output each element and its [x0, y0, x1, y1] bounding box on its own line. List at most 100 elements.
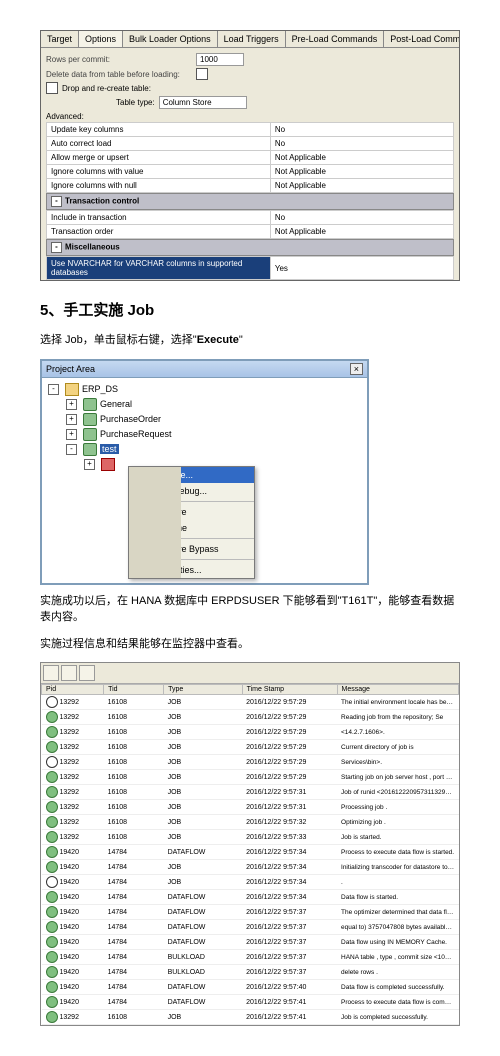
- log-row[interactable]: 1942014784DATAFLOW2016/12/22 9:57:37Data…: [42, 935, 459, 950]
- folder-icon: [65, 383, 79, 396]
- tree-item-general[interactable]: General: [100, 399, 132, 409]
- dataflow-icon: [101, 458, 115, 471]
- tree-item-pr[interactable]: PurchaseRequest: [100, 429, 172, 439]
- toolbar-button[interactable]: [61, 665, 77, 681]
- del-before-load-label: Delete data from table before loading:: [46, 70, 196, 79]
- expand-icon-3[interactable]: +: [66, 399, 77, 410]
- collapse-icon[interactable]: -: [48, 384, 59, 395]
- tree-root[interactable]: ERP_DS: [82, 384, 118, 394]
- expand-icon-2[interactable]: -: [51, 242, 62, 253]
- log-row[interactable]: 1942014784BULKLOAD2016/12/22 9:57:37dele…: [42, 965, 459, 980]
- log-row[interactable]: 1329216108JOB2016/12/22 9:57:29Reading j…: [42, 710, 459, 725]
- tab-bulk-loader[interactable]: Bulk Loader Options: [123, 31, 218, 47]
- tab-options[interactable]: Options: [79, 31, 123, 47]
- adv-v-2[interactable]: Not Applicable: [270, 151, 453, 165]
- log-row[interactable]: 1942014784DATAFLOW2016/12/22 9:57:40Data…: [42, 980, 459, 995]
- adv-k-3: Ignore columns with value: [47, 165, 271, 179]
- status-icon: [46, 951, 58, 963]
- rows-per-commit-input[interactable]: 1000: [196, 53, 244, 66]
- log-row[interactable]: 1329216108JOB2016/12/22 9:57:29<14.2.7.1…: [42, 725, 459, 740]
- trans-v-0[interactable]: No: [270, 211, 453, 225]
- adv-v-1[interactable]: No: [270, 137, 453, 151]
- log-h-type[interactable]: Type: [164, 685, 243, 695]
- section-5-heading: 5、手工实施 Job: [40, 299, 460, 320]
- status-icon: [46, 801, 58, 813]
- log-toolbar: [41, 663, 459, 684]
- log-row[interactable]: 1329216108JOB2016/12/22 9:57:31Job of ru…: [42, 785, 459, 800]
- log-row[interactable]: 1329216108JOB2016/12/22 9:57:29Starting …: [42, 770, 459, 785]
- log-row[interactable]: 1329216108JOB2016/12/22 9:57:29The initi…: [42, 695, 459, 710]
- tab-preload[interactable]: Pre-Load Commands: [286, 31, 385, 47]
- log-monitor: Pid Tid Type Time Stamp Message 13292161…: [40, 662, 460, 1026]
- tab-load-triggers[interactable]: Load Triggers: [218, 31, 286, 47]
- status-icon: [46, 1011, 58, 1023]
- log-row[interactable]: 1942014784DATAFLOW2016/12/22 9:57:37The …: [42, 905, 459, 920]
- tree-item-po[interactable]: PurchaseOrder: [100, 414, 161, 424]
- context-menu: Execute... Start debug... Remove Rename …: [128, 466, 255, 579]
- status-icon: [46, 846, 58, 858]
- status-icon: [46, 861, 58, 873]
- adv-k-4: Ignore columns with null: [47, 179, 271, 193]
- section-trans: Transaction control: [65, 197, 139, 206]
- status-icon: [46, 756, 58, 768]
- expand-icon-4[interactable]: +: [66, 414, 77, 425]
- log-row[interactable]: 1329216108JOB2016/12/22 9:57:33Job is st…: [42, 830, 459, 845]
- close-icon[interactable]: ×: [350, 363, 363, 375]
- tree-item-selected[interactable]: test: [100, 444, 119, 454]
- log-h-ts[interactable]: Time Stamp: [242, 685, 337, 695]
- log-grid: Pid Tid Type Time Stamp Message 13292161…: [41, 684, 459, 1025]
- status-icon: [46, 696, 58, 708]
- project-area-window: Project Area × -ERP_DS +General +Purchas…: [40, 359, 369, 585]
- trans-v-1[interactable]: Not Applicable: [270, 225, 453, 239]
- log-row[interactable]: 1942014784BULKLOAD2016/12/22 9:57:37HANA…: [42, 950, 459, 965]
- status-icon: [46, 936, 58, 948]
- options-panel: Target Options Bulk Loader Options Load …: [40, 30, 460, 281]
- toolbar-button[interactable]: [43, 665, 59, 681]
- log-row[interactable]: 1329216108JOB2016/12/22 9:57:29Services\…: [42, 755, 459, 770]
- adv-k-2: Allow merge or upsert: [47, 151, 271, 165]
- collapse-icon-2[interactable]: -: [66, 444, 77, 455]
- expand-icon-6[interactable]: +: [84, 459, 95, 470]
- para-2: 实施成功以后，在 HANA 数据库中 ERPDSUSER 下能够看到"T161T…: [40, 593, 460, 626]
- adv-v-3[interactable]: Not Applicable: [270, 165, 453, 179]
- status-icon: [46, 876, 58, 888]
- log-h-msg[interactable]: Message: [337, 685, 458, 695]
- misc-grid: Use NVARCHAR for VARCHAR columns in supp…: [46, 256, 454, 280]
- log-row[interactable]: 1329216108JOB2016/12/22 9:57:29Current d…: [42, 740, 459, 755]
- adv-k-1: Auto correct load: [47, 137, 271, 151]
- trans-k-1: Transaction order: [47, 225, 271, 239]
- expand-icon-5[interactable]: +: [66, 429, 77, 440]
- log-row[interactable]: 1329216108JOB2016/12/22 9:57:41Job is co…: [42, 1010, 459, 1025]
- adv-v-4[interactable]: Not Applicable: [270, 179, 453, 193]
- drop-recreate-checkbox[interactable]: [46, 82, 58, 94]
- drop-recreate-label: Drop and re-create table:: [62, 84, 151, 93]
- log-row[interactable]: 1942014784DATAFLOW2016/12/22 9:57:34Data…: [42, 890, 459, 905]
- status-icon: [46, 726, 58, 738]
- log-row[interactable]: 1942014784JOB2016/12/22 9:57:34Initializ…: [42, 860, 459, 875]
- log-row[interactable]: 1942014784DATAFLOW2016/12/22 9:57:34Proc…: [42, 845, 459, 860]
- adv-v-0[interactable]: No: [270, 123, 453, 137]
- table-type-select[interactable]: Column Store: [159, 96, 247, 109]
- log-row[interactable]: 1329216108JOB2016/12/22 9:57:31Processin…: [42, 800, 459, 815]
- tab-postload[interactable]: Post-Load Commands: [384, 31, 460, 47]
- log-row[interactable]: 1329216108JOB2016/12/22 9:57:32Optimizin…: [42, 815, 459, 830]
- status-icon: [46, 816, 58, 828]
- del-before-load-checkbox[interactable]: [196, 68, 208, 80]
- rows-per-commit-label: Rows per commit:: [46, 55, 196, 64]
- status-icon: [46, 996, 58, 1008]
- adv-k-0: Update key columns: [47, 123, 271, 137]
- tab-strip: Target Options Bulk Loader Options Load …: [41, 31, 459, 48]
- misc-v[interactable]: Yes: [270, 257, 453, 280]
- status-icon: [46, 891, 58, 903]
- toolbar-button[interactable]: [79, 665, 95, 681]
- log-row[interactable]: 1942014784DATAFLOW2016/12/22 9:57:37equa…: [42, 920, 459, 935]
- log-h-tid[interactable]: Tid: [104, 685, 164, 695]
- job-icon: [83, 413, 97, 426]
- log-h-pid[interactable]: Pid: [42, 685, 104, 695]
- log-row[interactable]: 1942014784DATAFLOW2016/12/22 9:57:41Proc…: [42, 995, 459, 1010]
- log-row[interactable]: 1942014784JOB2016/12/22 9:57:34.: [42, 875, 459, 890]
- expand-icon[interactable]: -: [51, 196, 62, 207]
- tab-target[interactable]: Target: [41, 31, 79, 47]
- trans-grid: Include in transactionNo Transaction ord…: [46, 210, 454, 239]
- advanced-grid: Update key columnsNo Auto correct loadNo…: [46, 122, 454, 193]
